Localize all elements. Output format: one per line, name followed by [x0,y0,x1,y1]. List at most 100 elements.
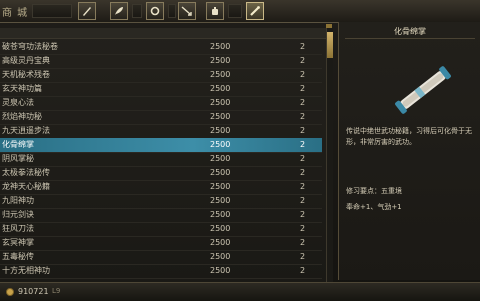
item-name: 龙神天心秘籍 [2,182,50,191]
item-stat-requirement: 修习要点：五重境 [346,187,402,195]
item-name: 太极拳法秘传 [2,168,50,177]
item-price: 2500 [210,70,231,79]
item-price: 2500 [210,140,231,149]
item-name: 天机秘术残卷 [2,70,50,79]
item-price: 2500 [210,154,231,163]
scroll-icon [250,6,260,16]
potion-icon [212,7,218,15]
item-stat-bonus: 奉命+1、气劲+1 [346,203,402,211]
list-item[interactable]: 太极拳法秘传 2500 2 [0,166,322,181]
money-amount: 910721 [18,287,49,296]
list-item[interactable]: 天机秘术残卷 2500 2 [0,68,322,83]
item-price: 2500 [210,252,231,261]
item-description: 传说中绝世武功秘籍，习得后可化骨于无形，非常厉害的武功。 [346,127,472,146]
item-name: 阴风掌秘 [2,154,34,163]
item-name: 五毒秘传 [2,252,34,261]
list-item[interactable]: 龙神天心秘籍 2500 2 [0,180,322,195]
item-price: 2500 [210,196,231,205]
item-name: 破苍穹功法秘卷 [2,42,58,51]
item-price: 2500 [210,126,231,135]
status-bar: 910721 L9 [0,282,480,301]
item-quantity: 2 [300,182,306,191]
item-name: 灵泉心法 [2,98,34,107]
item-quantity: 2 [300,84,306,93]
list-item[interactable]: 化骨绵掌 2500 2 [0,138,322,153]
item-price: 2500 [210,266,231,275]
item-price: 2500 [210,182,231,191]
tab-scroll[interactable] [246,2,264,20]
item-quantity: 2 [300,126,306,135]
item-name: 九阳神功 [2,196,34,205]
item-price: 2500 [210,168,231,177]
list-scrollbar[interactable] [326,28,333,282]
list-item[interactable]: 归元剑诀 2500 2 [0,208,322,223]
list-item[interactable]: 九阳神功 2500 2 [0,194,322,209]
list-item[interactable]: 九天逍遥步法 2500 2 [0,124,322,139]
tab-bar-tail-1 [32,4,72,18]
item-quantity: 2 [300,42,306,51]
item-name: 归元剑诀 [2,210,34,219]
item-quantity: 2 [300,70,306,79]
item-quantity: 2 [300,210,306,219]
brush-icon [83,7,91,16]
item-quantity: 2 [300,252,306,261]
tab-ring[interactable] [146,2,164,20]
tab-bar-tail-4 [228,4,242,18]
list-item[interactable]: 玄冥神掌 2500 2 [0,236,322,251]
tab-bar: 商 城 [0,0,480,23]
item-price: 2500 [210,224,231,233]
list-item[interactable]: 灵泉心法 2500 2 [0,96,322,111]
item-price: 2500 [210,210,231,219]
list-item[interactable]: 狂风刀法 2500 2 [0,222,322,237]
item-list: 破苍穹功法秘卷 2500 2 高级灵丹宝典 2500 2 天机秘术残卷 2500 2 玄天神功篇 2… [0,28,331,282]
item-name: 狂风刀法 [2,224,34,233]
item-quantity: 2 [300,168,306,177]
item-price: 2500 [210,84,231,93]
item-price: 2500 [210,98,231,107]
list-item[interactable]: 阴风掌秘 2500 2 [0,152,322,167]
item-quantity: 2 [300,154,306,163]
tab-bar-tail-3 [168,4,176,18]
item-name: 化骨绵掌 [2,140,34,149]
item-quantity: 2 [300,238,306,247]
window-title: 商 城 [2,8,29,19]
tab-potion[interactable] [206,2,224,20]
footer-tag: L9 [52,287,61,295]
item-name: 玄冥神掌 [2,238,34,247]
item-quantity: 2 [300,56,306,65]
list-item[interactable]: 高级灵丹宝典 2500 2 [0,54,322,69]
item-price: 2500 [210,112,231,121]
item-quantity: 2 [300,224,306,233]
coin-icon [6,288,14,296]
item-quantity: 2 [300,196,306,205]
ring-icon [150,6,160,16]
item-price: 2500 [210,238,231,247]
tab-feather[interactable] [110,2,128,20]
item-quantity: 2 [300,98,306,107]
spear-icon [181,6,192,16]
detail-title: 化骨绵掌 [394,27,426,36]
item-price: 2500 [210,42,231,51]
list-item[interactable]: 十方无相神功 2500 2 [0,264,322,279]
list-item[interactable]: 五毒秘传 2500 2 [0,250,322,265]
item-quantity: 2 [300,266,306,275]
scroll-thumb[interactable] [327,32,333,58]
scroll-up-arrow[interactable] [326,24,332,28]
item-name: 烈焰神功秘 [2,112,42,121]
item-name: 高级灵丹宝典 [2,56,50,65]
tab-spear[interactable] [178,2,196,20]
item-quantity: 2 [300,112,306,121]
list-item[interactable]: 烈焰神功秘 2500 2 [0,110,322,125]
list-header [0,28,326,39]
item-name: 九天逍遥步法 [2,126,50,135]
item-name: 十方无相神功 [2,266,50,275]
item-name: 玄天神功篇 [2,84,42,93]
scroll-item-icon [395,66,451,114]
list-item[interactable]: 破苍穹功法秘卷 2500 2 [0,40,322,55]
tab-brush[interactable] [78,2,96,20]
item-price: 2500 [210,56,231,65]
tab-bar-tail-2 [132,4,142,18]
item-quantity: 2 [300,140,306,149]
detail-divider [345,38,475,39]
list-item[interactable]: 玄天神功篇 2500 2 [0,82,322,97]
